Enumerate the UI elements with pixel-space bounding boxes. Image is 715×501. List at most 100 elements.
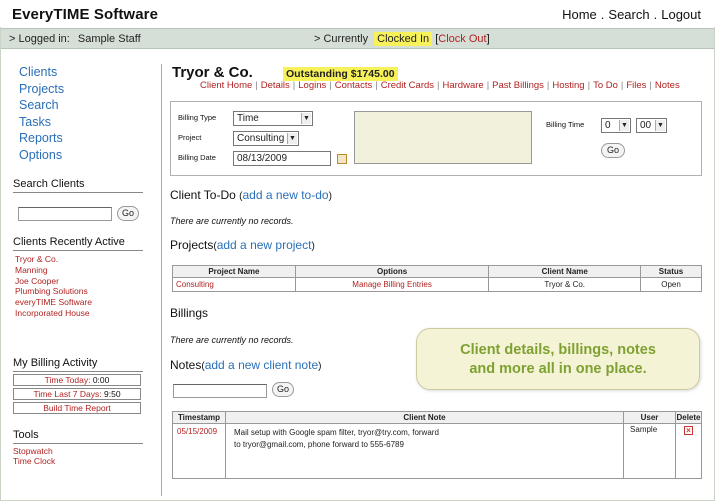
delete-icon[interactable]: ×: [683, 426, 693, 435]
table-header-row: Project Name Options Client Name Status: [172, 265, 702, 278]
billing-go-button[interactable]: Go: [601, 143, 625, 158]
sidebar-item-options[interactable]: Options: [19, 147, 143, 164]
client-name-title: Tryor & Co.: [172, 64, 253, 81]
recent-client-link[interactable]: Manning: [15, 265, 92, 276]
sidebar-item-tasks[interactable]: Tasks: [19, 114, 143, 131]
search-clients-heading: Search Clients: [13, 178, 143, 193]
billing-minutes-select[interactable]: 00 ▼: [636, 118, 667, 133]
subnav-hosting[interactable]: Hosting: [552, 80, 584, 91]
notes-title: Notes: [170, 358, 202, 372]
subnav-details[interactable]: Details: [261, 80, 290, 91]
subnav-client-home[interactable]: Client Home: [200, 80, 252, 91]
clocked-in-badge: Clocked In: [374, 32, 433, 46]
billing-type-select[interactable]: Time ▼: [233, 111, 313, 126]
time-last-7-box: Time Last 7 Days: 9:50: [13, 388, 141, 400]
note-text-cell: Mail setup with Google spam filter, tryo…: [224, 423, 625, 479]
billing-hours-select[interactable]: 0 ▼: [601, 118, 631, 133]
time-last-7-label: Time Last 7 Days:: [33, 389, 102, 399]
recent-client-link[interactable]: Tryor & Co.: [15, 254, 92, 265]
content-divider: [161, 64, 162, 496]
projects-section-title: Projects(add a new project): [170, 238, 315, 252]
status-bar: > Logged in: Sample Staff > Currently Clo…: [1, 28, 714, 49]
project-value: Consulting: [237, 133, 285, 144]
build-report-box: Build Time Report: [13, 402, 141, 414]
column-header: Options: [294, 265, 490, 278]
table-header-row: Timestamp Client Note User Delete: [172, 411, 703, 424]
promo-callout: Client details, billings, notes and more…: [416, 328, 700, 390]
project-select[interactable]: Consulting ▼: [233, 131, 299, 146]
time-today-label: Time Today:: [44, 375, 91, 385]
sidebar-item-reports[interactable]: Reports: [19, 130, 143, 147]
client-subnav: Client Home | Details | Logins | Contacts | Cred…: [200, 80, 680, 91]
table-row: Consulting Manage Billing Entries Tryor …: [172, 277, 702, 292]
sidebar-item-search[interactable]: Search: [19, 97, 143, 114]
project-client-cell: Tryor & Co.: [488, 277, 642, 292]
note-delete-cell: ×: [674, 423, 703, 479]
subnav-contacts[interactable]: Contacts: [335, 80, 373, 91]
billing-hours-value: 0: [605, 120, 611, 131]
column-header: Client Name: [488, 265, 642, 278]
logged-in-status: > Logged in: Sample Staff: [9, 33, 141, 45]
time-clock-link[interactable]: Time Clock: [13, 456, 55, 466]
recent-client-link[interactable]: everyTIME Software: [15, 297, 92, 308]
billing-entry-form: Billing Type Time ▼ Project Consulting ▼…: [170, 101, 702, 176]
recent-client-link[interactable]: Joe Cooper: [15, 276, 92, 287]
projects-title: Projects: [170, 238, 214, 252]
top-navigation: Home. Search. Logout: [562, 7, 701, 22]
notes-go-button[interactable]: Go: [272, 382, 294, 397]
column-header: Timestamp: [172, 411, 226, 424]
callout-line: Client details, billings, notes: [460, 342, 656, 358]
currently-label: > Currently: [314, 33, 369, 45]
clock-out-link[interactable]: Clock Out: [438, 33, 486, 45]
project-status-cell: Open: [640, 277, 702, 292]
nav-logout-link[interactable]: Logout: [661, 7, 701, 22]
notes-section-title: Notes(add a new client note): [170, 358, 322, 372]
notes-search-input[interactable]: [173, 384, 267, 398]
column-header: Delete: [674, 411, 703, 424]
app-logo: EveryTIME Software: [12, 6, 159, 23]
calendar-icon[interactable]: [337, 154, 347, 164]
subnav-files[interactable]: Files: [626, 80, 646, 91]
subnav-notes[interactable]: Notes: [655, 80, 680, 91]
note-user-cell: Sample: [623, 423, 676, 479]
nav-home-link[interactable]: Home: [562, 7, 597, 22]
time-last-7-value: 9:50: [104, 389, 121, 399]
time-today-box: Time Today: 0:00: [13, 374, 141, 386]
billing-date-value: 08/13/2009: [237, 153, 288, 164]
subnav-credit-cards[interactable]: Credit Cards: [381, 80, 434, 91]
subnav-past-billings[interactable]: Past Billings: [492, 80, 544, 91]
subnav-logins[interactable]: Logins: [298, 80, 326, 91]
sidebar-item-clients[interactable]: Clients: [19, 64, 143, 81]
add-project-link[interactable]: add a new project: [217, 238, 312, 252]
search-clients-input[interactable]: [18, 207, 112, 221]
recent-client-link[interactable]: Plumbing Solutions: [15, 286, 92, 297]
add-todo-link[interactable]: add a new to-do: [243, 188, 329, 202]
time-today-value: 0:00: [92, 375, 110, 385]
search-clients-go-button[interactable]: Go: [117, 206, 139, 221]
add-client-note-link[interactable]: add a new client note: [205, 358, 318, 372]
subnav-hardware[interactable]: Hardware: [443, 80, 484, 91]
build-time-report-link[interactable]: Build Time Report: [43, 403, 111, 413]
project-name-cell: Consulting: [172, 277, 296, 292]
recent-client-link[interactable]: Incorporated House: [15, 308, 92, 319]
main-navigation: Clients Projects Search Tasks Reports Op…: [13, 64, 143, 164]
chevron-down-icon: ▼: [619, 120, 629, 131]
project-name-link[interactable]: Consulting: [176, 280, 214, 289]
project-options-cell: Manage Billing Entries: [294, 277, 490, 292]
manage-billing-entries-link[interactable]: Manage Billing Entries: [352, 280, 432, 289]
column-header: User: [623, 411, 676, 424]
nav-search-link[interactable]: Search: [608, 7, 649, 22]
subnav-to-do[interactable]: To Do: [593, 80, 618, 91]
todo-section-title: Client To-Do (add a new to-do): [170, 188, 332, 202]
stopwatch-link[interactable]: Stopwatch: [13, 446, 55, 456]
todo-empty-message: There are currently no records.: [170, 216, 294, 226]
billing-minutes-value: 00: [640, 120, 652, 131]
projects-table: Project Name Options Client Name Status …: [172, 265, 702, 292]
tools-heading: Tools: [13, 429, 143, 444]
billing-notes-textarea[interactable]: [354, 111, 532, 164]
note-text-line: to tryor@gmail.com, phone forward to 555…: [233, 440, 404, 449]
billing-date-input[interactable]: 08/13/2009: [233, 151, 331, 166]
logged-in-user: Sample Staff: [77, 33, 141, 45]
sidebar-item-projects[interactable]: Projects: [19, 81, 143, 98]
tools-list: Stopwatch Time Clock: [13, 446, 55, 466]
